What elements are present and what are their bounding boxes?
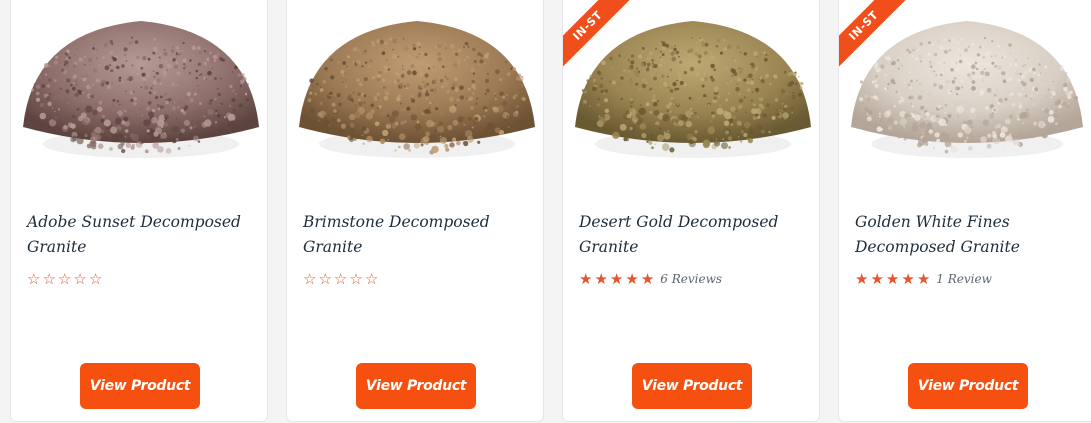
- star-empty-icon: ☆: [333, 269, 348, 288]
- star-rating: ★ ★ ★ ★ ★: [855, 269, 931, 288]
- product-grid: Adobe Sunset Decomposed Granite ☆ ☆ ☆ ☆ ☆ Vi…: [0, 0, 1091, 423]
- product-rating: ★ ★ ★ ★ ★ 1 Review: [855, 269, 992, 289]
- star-empty-icon: ☆: [303, 269, 317, 288]
- product-title[interactable]: Golden White Fines Decomposed Granite: [855, 210, 1080, 260]
- star-filled-icon: ★: [625, 269, 639, 288]
- product-rating: ☆ ☆ ☆ ☆ ☆: [27, 269, 102, 289]
- product-title[interactable]: Desert Gold Decomposed Granite: [579, 210, 804, 260]
- star-rating: ★ ★ ★ ★ ★: [579, 269, 655, 288]
- product-title[interactable]: Brimstone Decomposed Granite: [303, 210, 528, 260]
- product-image[interactable]: [287, 0, 543, 172]
- star-filled-icon: ★: [609, 269, 624, 288]
- gravel-pile-image: [299, 21, 535, 158]
- product-card: IN-ST Desert Gold Decomposed Granite ★ ★ ★…: [562, 0, 820, 422]
- view-product-button[interactable]: View Product: [908, 363, 1028, 409]
- star-filled-icon: ★: [870, 269, 884, 288]
- star-filled-icon: ★: [594, 269, 608, 288]
- star-empty-icon: ☆: [27, 269, 41, 288]
- view-product-button[interactable]: View Product: [356, 363, 476, 409]
- product-card: Adobe Sunset Decomposed Granite ☆ ☆ ☆ ☆ ☆ Vi…: [10, 0, 268, 422]
- star-empty-icon: ☆: [364, 269, 379, 288]
- gravel-pile-image: [23, 21, 259, 158]
- view-product-button[interactable]: View Product: [80, 363, 200, 409]
- product-rating: ★ ★ ★ ★ ★ 6 Reviews: [579, 269, 722, 289]
- review-count[interactable]: 6 Reviews: [660, 272, 722, 286]
- review-count[interactable]: 1 Review: [936, 272, 992, 286]
- star-empty-icon: ☆: [73, 269, 87, 288]
- star-filled-icon: ★: [885, 269, 900, 288]
- star-empty-icon: ☆: [318, 269, 332, 288]
- product-card: Brimstone Decomposed Granite ☆ ☆ ☆ ☆ ☆ View …: [286, 0, 544, 422]
- product-title[interactable]: Adobe Sunset Decomposed Granite: [27, 210, 252, 260]
- star-filled-icon: ★: [855, 269, 869, 288]
- star-filled-icon: ★: [901, 269, 915, 288]
- star-rating: ☆ ☆ ☆ ☆ ☆: [27, 269, 103, 288]
- star-empty-icon: ☆: [42, 269, 56, 288]
- star-empty-icon: ☆: [57, 269, 72, 288]
- product-card: IN-ST Golden White Fines Decomposed Gran…: [838, 0, 1091, 422]
- star-filled-icon: ★: [916, 269, 931, 288]
- view-product-button[interactable]: View Product: [632, 363, 752, 409]
- star-filled-icon: ★: [579, 269, 593, 288]
- star-empty-icon: ☆: [349, 269, 363, 288]
- product-rating: ☆ ☆ ☆ ☆ ☆: [303, 269, 378, 289]
- star-filled-icon: ★: [640, 269, 655, 288]
- star-rating: ☆ ☆ ☆ ☆ ☆: [303, 269, 379, 288]
- star-empty-icon: ☆: [88, 269, 103, 288]
- product-image[interactable]: [11, 0, 267, 172]
